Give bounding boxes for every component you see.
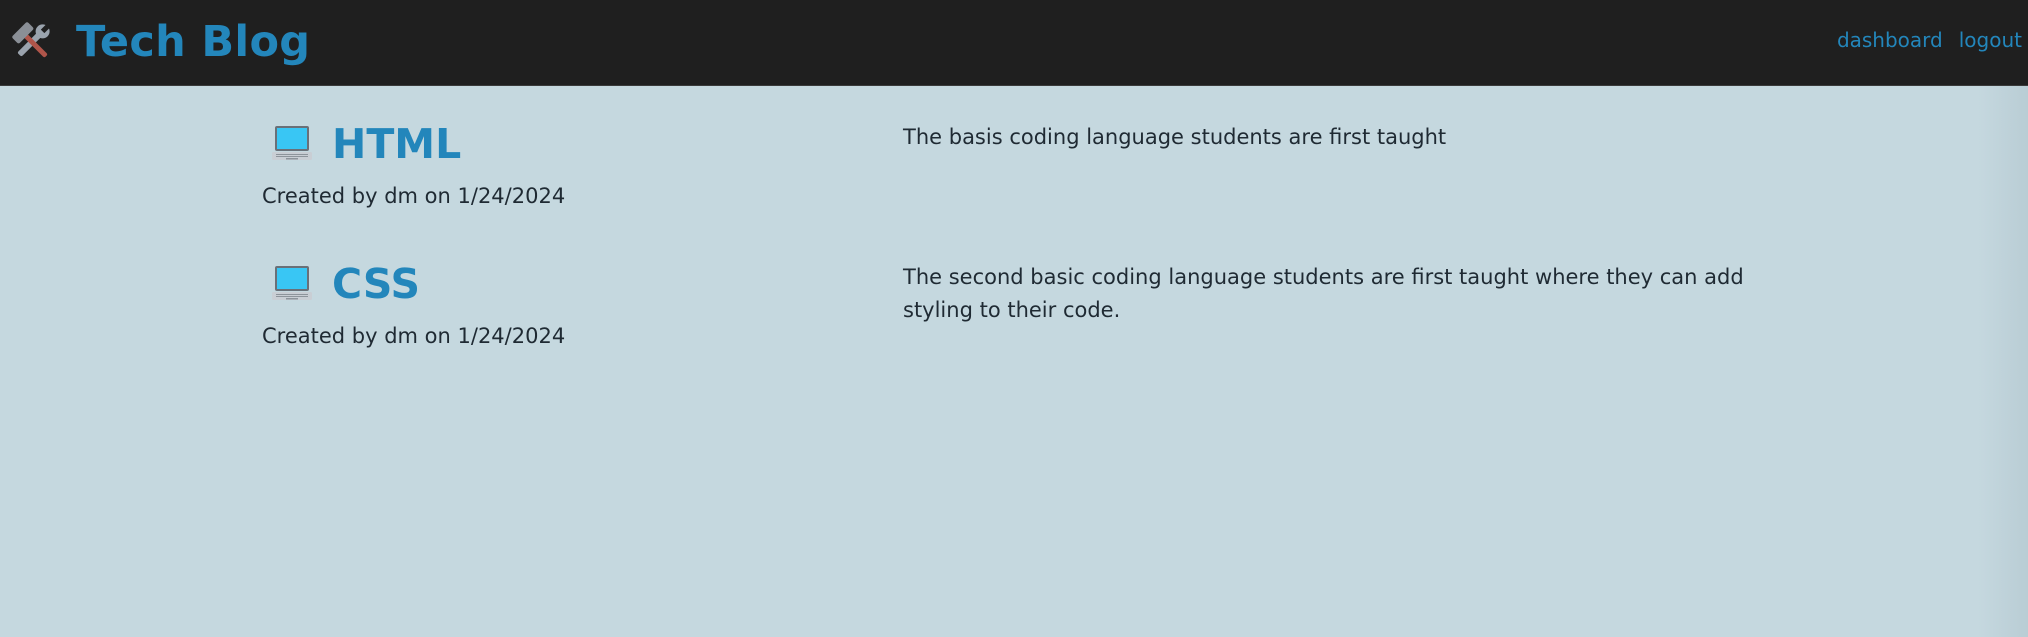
brand[interactable]: Tech Blog: [8, 14, 310, 70]
post-description: The second basic coding language student…: [903, 265, 1744, 322]
top-nav: dashboard logout: [1837, 30, 2022, 50]
post-title[interactable]: HTML: [332, 123, 461, 165]
logout-link[interactable]: logout: [1959, 30, 2022, 50]
site-title: Tech Blog: [76, 16, 311, 67]
laptop-icon: [272, 266, 312, 300]
hammer-and-wrench-icon: [12, 22, 51, 58]
dashboard-link[interactable]: dashboard: [1837, 30, 1943, 50]
post-title[interactable]: CSS: [332, 263, 420, 305]
page-edge-shade: [1978, 86, 2028, 637]
post-description: The basis coding language students are f…: [903, 125, 1447, 149]
laptop-icon: [272, 126, 312, 160]
post-title-row[interactable]: CSS: [270, 262, 420, 306]
site-header: Tech Blog dashboard logout: [0, 0, 2028, 86]
post-title-row[interactable]: HTML: [270, 122, 461, 166]
post-meta: Created by dm on 1/24/2024: [262, 184, 566, 208]
post-meta: Created by dm on 1/24/2024: [262, 324, 566, 348]
